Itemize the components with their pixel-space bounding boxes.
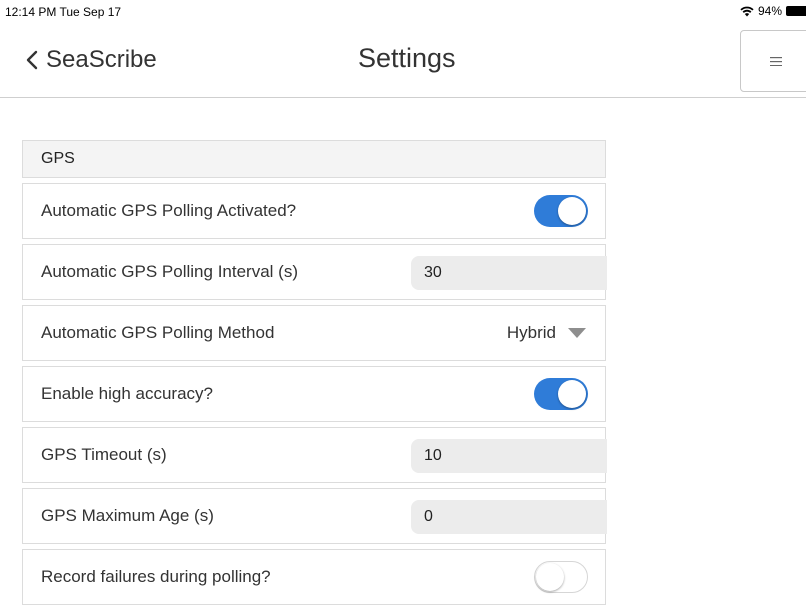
auto-polling-toggle[interactable] <box>534 195 588 227</box>
settings-row-auto-polling: Automatic GPS Polling Activated? <box>22 183 606 239</box>
toggle-knob <box>558 197 586 225</box>
max-age-label: GPS Maximum Age (s) <box>41 506 214 525</box>
record-failures-label: Record failures during polling? <box>41 567 271 586</box>
chevron-left-icon <box>26 50 38 70</box>
battery-icon <box>786 6 806 16</box>
polling-method-select[interactable]: Hybrid <box>507 323 586 343</box>
caret-down-icon <box>568 328 586 338</box>
high-accuracy-label: Enable high accuracy? <box>41 384 214 403</box>
status-time: 12:14 PM Tue Sep 17 <box>5 5 122 19</box>
battery-percent: 94% <box>757 4 782 18</box>
timeout-input[interactable] <box>411 439 607 473</box>
status-indicators: 94% <box>740 4 806 18</box>
polling-interval-input[interactable] <box>411 256 607 290</box>
settings-row-high-accuracy: Enable high accuracy? <box>22 366 606 422</box>
menu-button[interactable] <box>740 30 806 92</box>
settings-row-timeout: GPS Timeout (s) <box>22 427 607 483</box>
back-button[interactable]: SeaScribe <box>26 46 157 74</box>
toggle-knob <box>536 563 564 591</box>
settings-row-max-age: GPS Maximum Age (s) <box>22 488 607 544</box>
menu-icon <box>770 56 782 66</box>
polling-method-label: Automatic GPS Polling Method <box>41 323 275 342</box>
gps-settings-section: GPS Automatic GPS Polling Activated? Aut… <box>22 140 607 610</box>
max-age-input[interactable] <box>411 500 607 534</box>
toggle-knob <box>558 380 586 408</box>
polling-method-value: Hybrid <box>506 323 556 342</box>
settings-row-record-failures: Record failures during polling? <box>22 549 606 605</box>
high-accuracy-toggle[interactable] <box>534 378 588 410</box>
status-bar: 12:14 PM Tue Sep 17 94% <box>0 0 806 24</box>
record-failures-toggle[interactable] <box>534 561 588 593</box>
page-title: Settings <box>358 43 456 73</box>
wifi-icon <box>740 6 754 16</box>
settings-row-polling-method: Automatic GPS Polling Method Hybrid <box>22 305 606 361</box>
back-label: SeaScribe <box>46 46 157 73</box>
polling-interval-label: Automatic GPS Polling Interval (s) <box>41 262 298 281</box>
section-header: GPS <box>22 140 606 178</box>
settings-row-polling-interval: Automatic GPS Polling Interval (s) <box>22 244 607 300</box>
auto-polling-label: Automatic GPS Polling Activated? <box>41 201 297 220</box>
navigation-bar: SeaScribe Settings <box>0 24 806 98</box>
timeout-label: GPS Timeout (s) <box>41 445 167 464</box>
